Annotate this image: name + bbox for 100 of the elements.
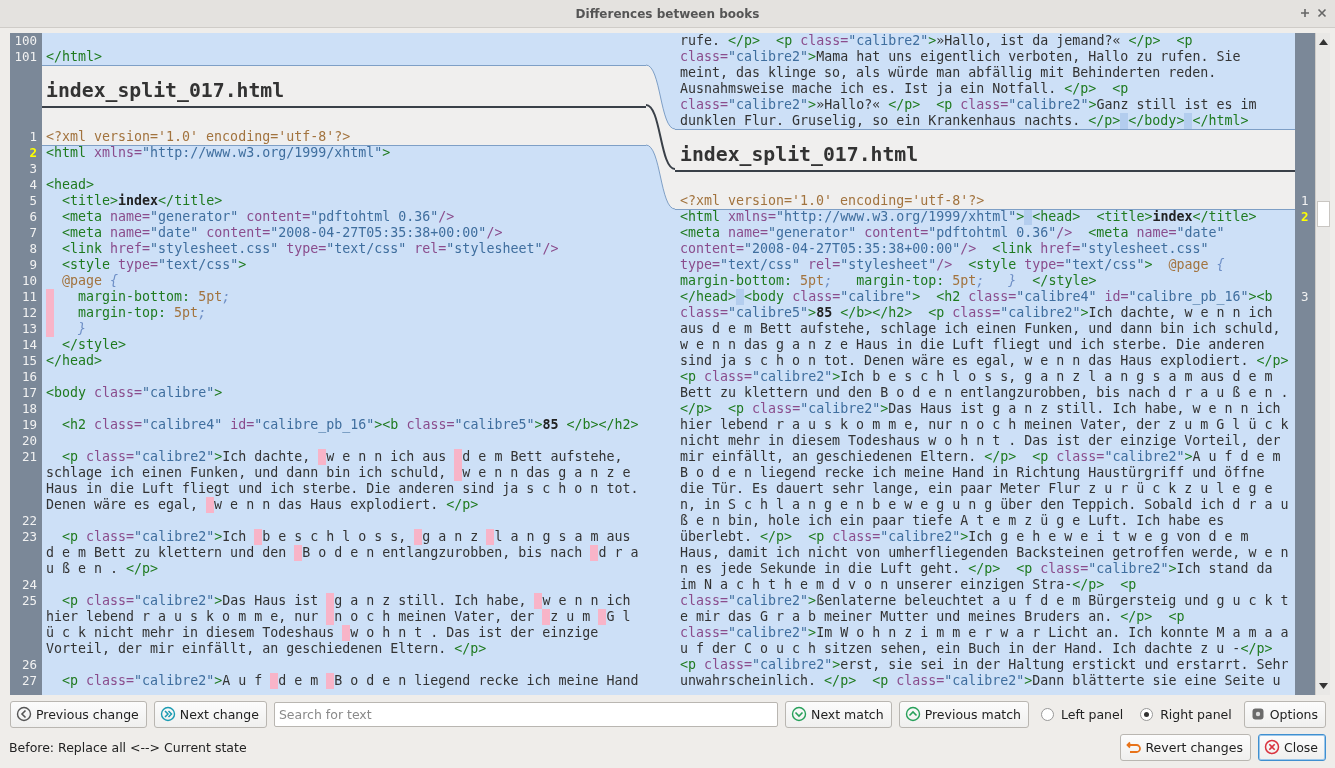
code-text: Denen wäre es egal, xyxy=(46,497,200,512)
line-number: 22 xyxy=(21,513,37,528)
line-number: 27 xyxy=(21,673,37,688)
next-match-button[interactable]: Next match xyxy=(785,700,892,728)
code-text: type="text/css" rel="stylesheet"/> <style type="text/css"> @page { xyxy=(680,257,1226,272)
scroll-thumb[interactable] xyxy=(1316,201,1330,227)
code-text: <html xmlns="http://www.w3.org/1999/xhtml"> xyxy=(680,209,1025,224)
code-text: B o d e n liegend recke ich meine Hand in Richtung Haustürgriff und öffne xyxy=(680,465,1266,480)
scroll-down-icon[interactable] xyxy=(1318,683,1328,689)
line-number: 5 xyxy=(29,193,37,208)
code-text: } xyxy=(77,321,87,336)
close-icon xyxy=(1263,739,1280,755)
code-text: <head> xyxy=(46,177,95,192)
code-text: Haus, damit ich nicht von umherfliegenden Backsteinen getroffen werde, w e n xyxy=(680,545,1290,560)
code-text: </html> xyxy=(1192,113,1249,128)
code-text: d e m Bett aufstehe, xyxy=(462,449,624,464)
code-text: g a n z still. Ich habe, xyxy=(334,593,528,608)
code-text: <p class="calibre2">erst, sie sei in der Haltung erstickt und erstarrt. Sehr xyxy=(680,657,1290,672)
scroll-up-icon[interactable] xyxy=(1318,39,1328,45)
next-change-button[interactable]: Next change xyxy=(153,700,267,728)
fast-forward-icon xyxy=(159,706,176,722)
code-text: u ß e n . </p> xyxy=(46,561,159,576)
line-number: 14 xyxy=(21,337,37,352)
code-text: @page { xyxy=(61,273,119,288)
line-number: 19 xyxy=(21,417,37,432)
file-name: index_split_017.html xyxy=(46,79,285,103)
code-text: d e m Bett zu klettern und den xyxy=(46,545,288,560)
panel-radio[interactable]: Left panel xyxy=(1041,706,1124,722)
code-text: unwahrscheinlich. </p> <p class="calibre2">Dann blätterte sie eine Seite u xyxy=(680,673,1281,688)
line-number: 24 xyxy=(21,577,37,592)
plus-icon[interactable] xyxy=(1300,8,1310,18)
line-number: 18 xyxy=(21,401,37,416)
code-text: <p class="calibre2">Ich b e s c h l o s s, g a n z l a n g s a m aus d e m xyxy=(680,369,1274,384)
line-number: 26 xyxy=(21,657,37,672)
scrollbar[interactable] xyxy=(1315,33,1330,695)
code-text: nicht mehr in diesem Todeshaus w o h n t . Das ist der einzige Vorteil, der xyxy=(680,433,1282,448)
options-button[interactable]: Options xyxy=(1243,700,1326,728)
close-icon[interactable] xyxy=(1317,8,1327,18)
line-number: 11 xyxy=(21,289,37,304)
code-text: hier lebend r a u s k o m m e, nur n o c h meinen Vater, der z u m G l ü c k xyxy=(680,417,1290,432)
code-text: n, in S c h l a n g e n b e w e g u n g über den Teppich. Sobald ich d r a u xyxy=(680,497,1290,512)
code-text: G l xyxy=(606,609,632,624)
code-text: <p class="calibre2">Ich dachte, xyxy=(61,449,312,464)
code-text: e mir das G r a b meiner Mutter und meines Bruders an. </p> <p xyxy=(680,609,1186,624)
code-text: <p class="calibre2">A u f xyxy=(61,673,264,688)
code-text: im N a c h t h e m d v o n unserer einzigen Stra-</p> <p xyxy=(680,577,1138,592)
line-number: 101 xyxy=(14,49,37,64)
code-text: </style> xyxy=(61,337,127,352)
line-number: 20 xyxy=(21,433,37,448)
line-number: 15 xyxy=(21,353,37,368)
line-number: 16 xyxy=(21,369,37,384)
code-text: w e n n das g a n z e Haus in die Luft fliegt und ich sterbe. Die anderen xyxy=(680,337,1266,352)
code-text: </p> <p class="calibre2">Das Haus ist g a n z still. Ich habe, w e n n ich xyxy=(680,401,1282,416)
code-text: class="calibre2">ßenlaterne beleuchtet a u f d e m Bürgersteig und g u c k t xyxy=(680,593,1290,608)
line-number: 2 xyxy=(1301,209,1309,224)
code-text: <p class="calibre2">Ich xyxy=(61,529,248,544)
code-text: </html> xyxy=(46,49,103,64)
previous-change-button[interactable]: Previous change xyxy=(10,700,147,728)
line-number: 23 xyxy=(21,529,37,544)
line-number: 13 xyxy=(21,321,37,336)
code-text: w e n n ich aus xyxy=(326,449,448,464)
code-text: w e n n ich xyxy=(542,593,632,608)
previous-match-button[interactable]: Previous match xyxy=(898,700,1029,728)
code-text: B o d e n liegend recke ich meine Hand xyxy=(334,673,639,688)
code-text: sind ja s c h o n tot. Denen wäre es egal, w e n n das Haus explodiert. </p> xyxy=(680,353,1290,368)
code-text: Vorteil, der mir einfällt, an geschiedenen Eltern. </p> xyxy=(46,641,487,656)
code-text: überlebt. </p> <p class="calibre2">Ich g e h e w e i t w e g von d e m xyxy=(680,529,1250,544)
code-text: margin-top: 5pt; xyxy=(77,305,207,320)
code-text: <?xml version='1.0' encoding='utf-8'?> xyxy=(46,129,351,144)
line-number: 1 xyxy=(29,129,37,144)
undo-icon xyxy=(1125,739,1142,755)
code-text: <meta name="generator" content="pdftohtml 0.36"/> xyxy=(61,209,455,224)
code-text: margin-bottom: 5pt; xyxy=(77,289,231,304)
code-text: w e n n das g a n z e xyxy=(462,465,632,480)
line-number: 4 xyxy=(29,177,37,192)
code-text: <link href="stylesheet.css" type="text/css" rel="stylesheet"/> xyxy=(61,241,559,256)
code-text: <h2 class="calibre4" id="calibre_pb_16"><b class="calibre5">85 </b></h2> xyxy=(61,417,639,432)
chevron-left-icon xyxy=(16,706,32,722)
close-button[interactable]: Close xyxy=(1257,733,1326,761)
code-text: <body class="calibre"> xyxy=(46,385,223,400)
code-text: meint, das klinge so, als würde man abfällig mit Behinderten reden. xyxy=(680,65,1218,80)
code-text: </head> xyxy=(46,353,103,368)
line-number: 3 xyxy=(29,161,37,176)
line-number: 12 xyxy=(21,305,37,320)
code-text: margin-bottom: 5pt; margin-top: 5pt; } </style> xyxy=(680,273,1097,288)
settings-icon xyxy=(1249,706,1266,722)
code-text: <?xml version='1.0' encoding='utf-8'?> xyxy=(680,193,985,208)
code-text: <meta name="date" content="2008-04-27T05:35:38+00:00"/> xyxy=(61,225,503,240)
code-text: Bett zu klettern und den B o d e n entlangzurobben, bis nach d r a u ß e n . xyxy=(680,385,1290,400)
search-field[interactable]: Search for text xyxy=(273,701,779,727)
line-number: 7 xyxy=(29,225,37,240)
panel-radio[interactable]: Right panel xyxy=(1140,706,1232,722)
code-text: l a n g s a m aus xyxy=(494,529,632,544)
revert-button[interactable]: Revert changes xyxy=(1119,733,1251,761)
status-text: Before: Replace all <--> Current state xyxy=(9,739,248,755)
code-text: ü c k nicht mehr in diesem Todeshaus xyxy=(46,625,336,640)
line-number: 10 xyxy=(21,273,37,288)
code-text: <head> <title>index</title> xyxy=(1032,209,1258,224)
code-text: class="calibre2">Im W o h n z i m m e r w a r Licht an. Ich konnte M a m a a xyxy=(680,625,1290,640)
code-text: z u m xyxy=(550,609,592,624)
